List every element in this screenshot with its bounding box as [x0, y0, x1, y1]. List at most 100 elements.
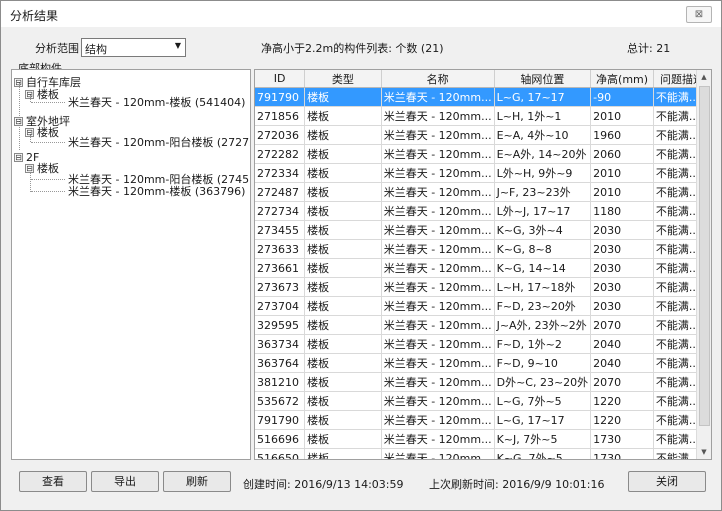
cell-grid-position: K~G, 8~8: [494, 239, 592, 259]
cell-grid-position: K~G, 14~14: [494, 258, 592, 278]
collapse-icon[interactable]: ⊟: [25, 90, 34, 99]
cell-name: 米兰春天 - 120mm...: [381, 239, 495, 259]
cell-id: 329595: [255, 315, 306, 335]
collapse-icon[interactable]: ⊟: [14, 153, 23, 162]
cell-type: 楼板: [304, 239, 382, 259]
cell-type: 楼板: [304, 163, 382, 183]
column-header-name[interactable]: 名称: [381, 70, 495, 88]
table-row[interactable]: 273661 楼板 米兰春天 - 120mm... K~G, 14~14 2030 不能满…: [255, 258, 711, 278]
table-row[interactable]: 272036 楼板 米兰春天 - 120mm... E~A, 4外~10 1960 不能满…: [255, 125, 711, 145]
tree-node[interactable]: ⊟ 楼板: [25, 89, 59, 101]
cell-clear-height: 2040: [590, 353, 654, 373]
close-button[interactable]: 关闭: [628, 471, 706, 492]
cell-name: 米兰春天 - 120mm...: [381, 125, 495, 145]
cell-clear-height: 1180: [590, 201, 654, 221]
cell-type: 楼板: [304, 106, 382, 126]
cell-type: 楼板: [304, 220, 382, 240]
column-header-type[interactable]: 类型: [304, 70, 382, 88]
cell-clear-height: -90: [590, 87, 654, 107]
table-row[interactable]: 791790 楼板 米兰春天 - 120mm... L~G, 17~17 -90 不能满.…: [255, 87, 711, 107]
cell-id: 273633: [255, 239, 306, 259]
table-row[interactable]: 273673 楼板 米兰春天 - 120mm... L~H, 17~18外 2030 不能…: [255, 277, 711, 297]
cell-type: 楼板: [304, 334, 382, 354]
close-icon[interactable]: ⊠: [686, 6, 712, 23]
table-row[interactable]: 273633 楼板 米兰春天 - 120mm... K~G, 8~8 2030 不能满..…: [255, 239, 711, 259]
cell-name: 米兰春天 - 120mm...: [381, 296, 495, 316]
cell-name: 米兰春天 - 120mm...: [381, 429, 495, 449]
table-row[interactable]: 329595 楼板 米兰春天 - 120mm... J~A外, 23外~2外 2070 不…: [255, 315, 711, 335]
collapse-icon[interactable]: ⊟: [14, 117, 23, 126]
tree-leaf[interactable]: 米兰春天 - 120mm-楼板 (363796): [68, 186, 245, 198]
cell-name: 米兰春天 - 120mm...: [381, 106, 495, 126]
table-row[interactable]: 272282 楼板 米兰春天 - 120mm... E~A外, 14~20外 2060 不…: [255, 144, 711, 164]
component-table[interactable]: ID 类型 名称 轴网位置 净高(mm) 问题描述 791790 楼板 米兰春天 -…: [254, 69, 712, 460]
cell-name: 米兰春天 - 120mm...: [381, 391, 495, 411]
table-row[interactable]: 271856 楼板 米兰春天 - 120mm... L~H, 1外~1 2010 不能满.…: [255, 106, 711, 126]
view-button[interactable]: 查看: [19, 471, 87, 492]
tree-leaf[interactable]: 米兰春天 - 120mm-楼板 (541404): [68, 97, 245, 109]
cell-clear-height: 2010: [590, 163, 654, 183]
cell-type: 楼板: [304, 391, 382, 411]
cell-clear-height: 2070: [590, 372, 654, 392]
table-row[interactable]: 535672 楼板 米兰春天 - 120mm... L~G, 7外~5 1220 不能满.…: [255, 391, 711, 411]
column-header-clear-height[interactable]: 净高(mm): [590, 70, 654, 88]
table-row[interactable]: 272734 楼板 米兰春天 - 120mm... L外~J, 17~17 1180 不能…: [255, 201, 711, 221]
column-header-grid-position[interactable]: 轴网位置: [494, 70, 592, 88]
collapse-icon[interactable]: ⊟: [14, 78, 23, 87]
table-row[interactable]: 791790 楼板 米兰春天 - 120mm... L~G, 17~17 1220 不能满…: [255, 410, 711, 430]
table-header-row: ID 类型 名称 轴网位置 净高(mm) 问题描述: [255, 70, 711, 88]
cell-clear-height: 1730: [590, 429, 654, 449]
cell-name: 米兰春天 - 120mm...: [381, 163, 495, 183]
cell-type: 楼板: [304, 182, 382, 202]
collapse-icon[interactable]: ⊟: [25, 128, 34, 137]
table-row[interactable]: 516696 楼板 米兰春天 - 120mm... K~J, 7外~5 1730 不能满.…: [255, 429, 711, 449]
cell-grid-position: L外~H, 9外~9: [494, 163, 592, 183]
cell-name: 米兰春天 - 120mm...: [381, 448, 495, 459]
filter-select[interactable]: 结构 ▼: [81, 38, 186, 57]
table-row[interactable]: 363734 楼板 米兰春天 - 120mm... F~D, 1外~2 2040 不能满.…: [255, 334, 711, 354]
cell-id: 272036: [255, 125, 306, 145]
cell-grid-position: F~D, 9~10: [494, 353, 592, 373]
cell-grid-position: L外~J, 17~17: [494, 201, 592, 221]
table-row[interactable]: 273455 楼板 米兰春天 - 120mm... K~G, 3外~4 2030 不能满.…: [255, 220, 711, 240]
cell-name: 米兰春天 - 120mm...: [381, 315, 495, 335]
cell-clear-height: 2030: [590, 239, 654, 259]
cell-grid-position: F~D, 1外~2: [494, 334, 592, 354]
export-button[interactable]: 导出: [91, 471, 159, 492]
cell-clear-height: 1220: [590, 410, 654, 430]
table-row[interactable]: 272487 楼板 米兰春天 - 120mm... J~F, 23~23外 2010 不能…: [255, 182, 711, 202]
last-refresh-time: 上次刷新时间: 2016/9/9 10:01:16: [429, 478, 605, 491]
cell-clear-height: 1730: [590, 448, 654, 459]
scroll-up-icon[interactable]: ▲: [697, 70, 711, 84]
table-row[interactable]: 363764 楼板 米兰春天 - 120mm... F~D, 9~10 2040 不能满.…: [255, 353, 711, 373]
tree-node[interactable]: ⊟ 楼板: [25, 127, 59, 139]
column-header-id[interactable]: ID: [255, 70, 306, 88]
collapse-icon[interactable]: ⊟: [25, 164, 34, 173]
cell-id: 535672: [255, 391, 306, 411]
refresh-button[interactable]: 刷新: [163, 471, 231, 492]
cell-id: 273661: [255, 258, 306, 278]
title-bar[interactable]: 分析结果 ⊠: [1, 1, 721, 27]
scroll-thumb[interactable]: [699, 86, 710, 426]
scroll-down-icon[interactable]: ▼: [697, 445, 711, 459]
cell-type: 楼板: [304, 448, 382, 459]
cell-type: 楼板: [304, 296, 382, 316]
cell-grid-position: L~G, 17~17: [494, 87, 592, 107]
component-tree[interactable]: ⊟ 自行车库层 ⊟ 楼板 米兰春天 - 120mm-楼板 (541404) ⊟ 室外地…: [11, 69, 251, 460]
table-row[interactable]: 272334 楼板 米兰春天 - 120mm... L外~H, 9外~9 2010 不能满…: [255, 163, 711, 183]
cell-id: 363764: [255, 353, 306, 373]
cell-id: 381210: [255, 372, 306, 392]
cell-type: 楼板: [304, 125, 382, 145]
cell-clear-height: 1220: [590, 391, 654, 411]
tree-leaf[interactable]: 米兰春天 - 120mm-阳台楼板 (272734): [68, 137, 250, 149]
tree-node[interactable]: ⊟ 楼板: [25, 163, 59, 175]
tree-node-label: 米兰春天 - 120mm-楼板 (541404): [68, 96, 246, 109]
table-row[interactable]: 516650 楼板 米兰春天 - 120mm... K~G, 7外~5 1730 不能满.…: [255, 448, 711, 459]
table-row[interactable]: 273704 楼板 米兰春天 - 120mm... F~D, 23~20外 2030 不能…: [255, 296, 711, 316]
table-scrollbar[interactable]: ▲ ▼: [696, 70, 711, 459]
cell-type: 楼板: [304, 201, 382, 221]
cell-type: 楼板: [304, 410, 382, 430]
table-row[interactable]: 381210 楼板 米兰春天 - 120mm... D外~C, 23~20外 2070 不…: [255, 372, 711, 392]
cell-id: 272334: [255, 163, 306, 183]
cell-clear-height: 2030: [590, 258, 654, 278]
